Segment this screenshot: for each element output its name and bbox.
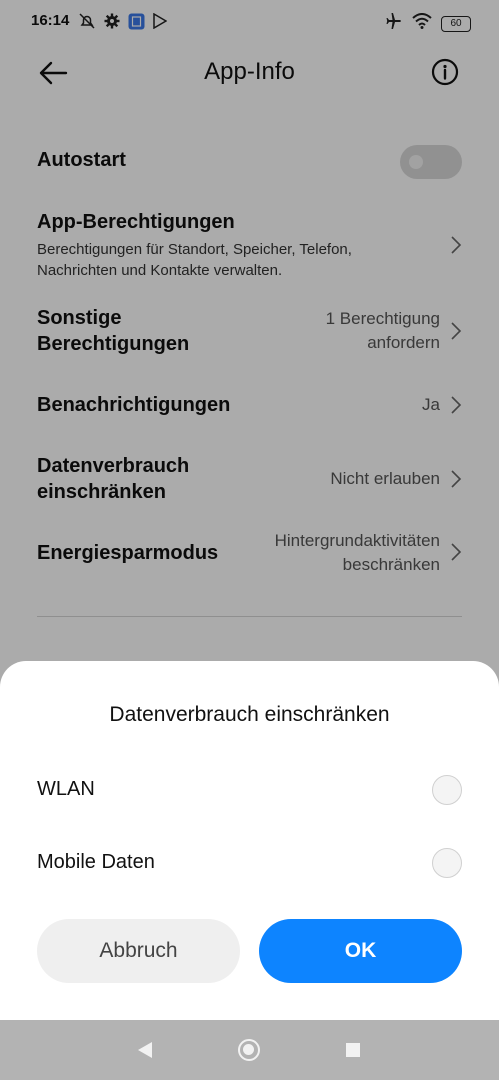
option-wlan[interactable]: WLAN bbox=[37, 770, 462, 810]
option-mobile-data-checkbox[interactable] bbox=[432, 848, 462, 878]
data-usage-dialog: Datenverbrauch einschränken WLAN Mobile … bbox=[0, 661, 499, 1020]
nav-back-icon[interactable] bbox=[137, 1041, 153, 1059]
cancel-button[interactable]: Abbruch bbox=[37, 919, 240, 983]
nav-recents-icon[interactable] bbox=[346, 1043, 360, 1057]
option-wlan-label: WLAN bbox=[37, 778, 95, 800]
option-wlan-checkbox[interactable] bbox=[432, 775, 462, 805]
system-navigation-bar bbox=[0, 1020, 499, 1080]
nav-home-dot bbox=[243, 1044, 254, 1055]
dialog-title: Datenverbrauch einschränken bbox=[109, 703, 390, 726]
option-mobile-data[interactable]: Mobile Daten bbox=[37, 843, 462, 883]
ok-button[interactable]: OK bbox=[259, 919, 462, 983]
nav-home-icon[interactable] bbox=[238, 1039, 260, 1061]
option-mobile-data-label: Mobile Daten bbox=[37, 851, 155, 873]
